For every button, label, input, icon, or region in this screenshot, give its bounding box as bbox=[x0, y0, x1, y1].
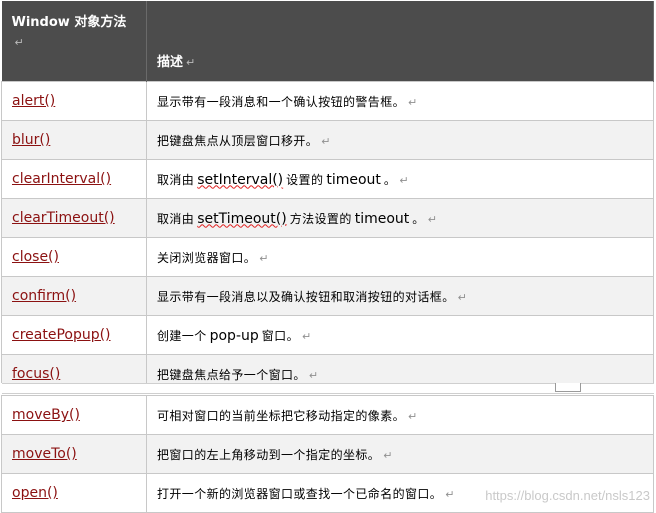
description-cell: 可相对窗口的当前坐标把它移动指定的像素。 ↵ bbox=[146, 395, 654, 435]
method-link[interactable]: close() bbox=[12, 249, 59, 265]
paragraph-mark-icon: ↵ bbox=[321, 134, 331, 148]
method-cell: blur() bbox=[1, 120, 147, 160]
description-text: pop-up bbox=[209, 327, 259, 344]
method-link[interactable]: blur() bbox=[12, 132, 50, 148]
method-cell: clearInterval() bbox=[1, 159, 147, 199]
description-cell: 取消由 setInterval() 设置的 timeout。 ↵ bbox=[146, 159, 654, 199]
description-text: 。 bbox=[412, 211, 425, 226]
method-cell: confirm() bbox=[1, 276, 147, 316]
table-row: clearInterval() 取消由 setInterval() 设置的 timeou… bbox=[1, 159, 654, 199]
description-text: setTimeout() bbox=[197, 210, 287, 227]
method-link[interactable]: moveTo() bbox=[12, 446, 77, 462]
description-text: 打开一个新的浏览器窗口或查找一个已命名的窗口。 bbox=[157, 486, 443, 501]
table-row: clearTimeout() 取消由 setTimeout() 方法设置的 timeou… bbox=[1, 198, 654, 238]
paragraph-mark-icon: ↵ bbox=[427, 212, 438, 226]
paragraph-mark-icon: ↵ bbox=[408, 95, 418, 109]
header-method-column: Window 对象方法↵ bbox=[1, 1, 147, 82]
paragraph-mark-icon: ↵ bbox=[186, 56, 196, 69]
description-text: 取消由 bbox=[157, 211, 195, 226]
description-cell: 把窗口的左上角移动到一个指定的坐标。 ↵ bbox=[146, 434, 654, 474]
description-text: 。 bbox=[383, 172, 397, 187]
paragraph-mark-icon: ↵ bbox=[301, 329, 312, 343]
table-row: blur() 把键盘焦点从顶层窗口移开。 ↵ bbox=[1, 120, 654, 160]
method-link[interactable]: moveBy() bbox=[12, 407, 80, 423]
description-text: 取消由 bbox=[157, 172, 195, 187]
description-text: 把键盘焦点给予一个窗口。 bbox=[157, 367, 306, 382]
description-text: 把窗口的左上角移动到一个指定的坐标。 bbox=[157, 447, 381, 462]
method-cell: createPopup() bbox=[1, 315, 147, 355]
description-text: 显示带有一段消息以及确认按钮和取消按钮的对话框。 bbox=[157, 289, 455, 304]
description-text: timeout bbox=[326, 171, 381, 188]
table-row: createPopup() 创建一个 pop-up 窗口。 ↵ bbox=[1, 315, 654, 355]
method-cell: moveTo() bbox=[1, 434, 147, 474]
paragraph-mark-icon: ↵ bbox=[445, 487, 455, 501]
table-row: moveBy() 可相对窗口的当前坐标把它移动指定的像素。 ↵ bbox=[1, 395, 654, 435]
table-row: moveTo() 把窗口的左上角移动到一个指定的坐标。 ↵ bbox=[1, 434, 654, 474]
method-link[interactable]: alert() bbox=[12, 93, 55, 109]
divider bbox=[2, 393, 654, 394]
description-text: setInterval() bbox=[197, 171, 284, 188]
description-text: 把键盘焦点从顶层窗口移开。 bbox=[157, 133, 319, 148]
table-row: close() 关闭浏览器窗口。 ↵ bbox=[1, 237, 654, 277]
description-text: 可相对窗口的当前坐标把它移动指定的像素。 bbox=[157, 408, 406, 423]
table-header-row: Window 对象方法↵ 描述 ↵ bbox=[1, 1, 654, 82]
description-cell: 取消由 setTimeout() 方法设置的 timeout。 ↵ bbox=[146, 198, 654, 238]
description-cell: 显示带有一段消息和一个确认按钮的警告框。 ↵ bbox=[146, 81, 654, 121]
method-cell: clearTimeout() bbox=[1, 198, 147, 238]
description-text: 设置的 bbox=[286, 172, 324, 187]
description-cell: 关闭浏览器窗口。 ↵ bbox=[146, 237, 654, 277]
paragraph-mark-icon: ↵ bbox=[14, 36, 24, 49]
method-link[interactable]: focus() bbox=[12, 366, 60, 382]
method-cell: alert() bbox=[1, 81, 147, 121]
cell-resize-handle[interactable] bbox=[555, 383, 581, 392]
paragraph-mark-icon: ↵ bbox=[457, 290, 468, 304]
method-link[interactable]: confirm() bbox=[12, 288, 76, 304]
table-row: alert() 显示带有一段消息和一个确认按钮的警告框。 ↵ bbox=[1, 81, 654, 121]
description-cell: 创建一个 pop-up 窗口。 ↵ bbox=[146, 315, 654, 355]
description-text: 关闭浏览器窗口。 bbox=[157, 250, 257, 265]
paragraph-mark-icon: ↵ bbox=[383, 448, 393, 462]
methods-table-top: Window 对象方法↵ 描述 ↵ alert() 显示带有一段消息和一个确认按钮的… bbox=[1, 1, 654, 394]
description-text: 显示带有一段消息和一个确认按钮的警告框。 bbox=[157, 94, 406, 109]
table-row: confirm() 显示带有一段消息以及确认按钮和取消按钮的对话框。 ↵ bbox=[1, 276, 654, 316]
paragraph-mark-icon: ↵ bbox=[408, 409, 418, 423]
description-cell: 显示带有一段消息以及确认按钮和取消按钮的对话框。 ↵ bbox=[146, 276, 654, 316]
header-description-column: 描述 ↵ bbox=[146, 1, 654, 82]
paragraph-mark-icon: ↵ bbox=[308, 368, 319, 382]
description-cell: 把键盘焦点从顶层窗口移开。 ↵ bbox=[146, 120, 654, 160]
description-text: timeout bbox=[354, 210, 410, 227]
description-text: 方法设置的 bbox=[289, 211, 352, 226]
watermark: https://blog.csdn.net/nsls123 bbox=[485, 488, 650, 503]
paragraph-mark-icon: ↵ bbox=[399, 173, 409, 187]
paragraph-mark-icon: ↵ bbox=[259, 251, 269, 265]
method-cell: close() bbox=[1, 237, 147, 277]
description-text: 创建一个 bbox=[157, 328, 207, 343]
method-link[interactable]: clearTimeout() bbox=[12, 210, 115, 226]
method-cell: moveBy() bbox=[1, 395, 147, 435]
method-cell: open() bbox=[1, 473, 147, 513]
description-text: 窗口。 bbox=[261, 328, 299, 343]
method-link[interactable]: open() bbox=[12, 485, 58, 501]
method-link[interactable]: createPopup() bbox=[12, 327, 111, 343]
method-link[interactable]: clearInterval() bbox=[12, 171, 111, 187]
